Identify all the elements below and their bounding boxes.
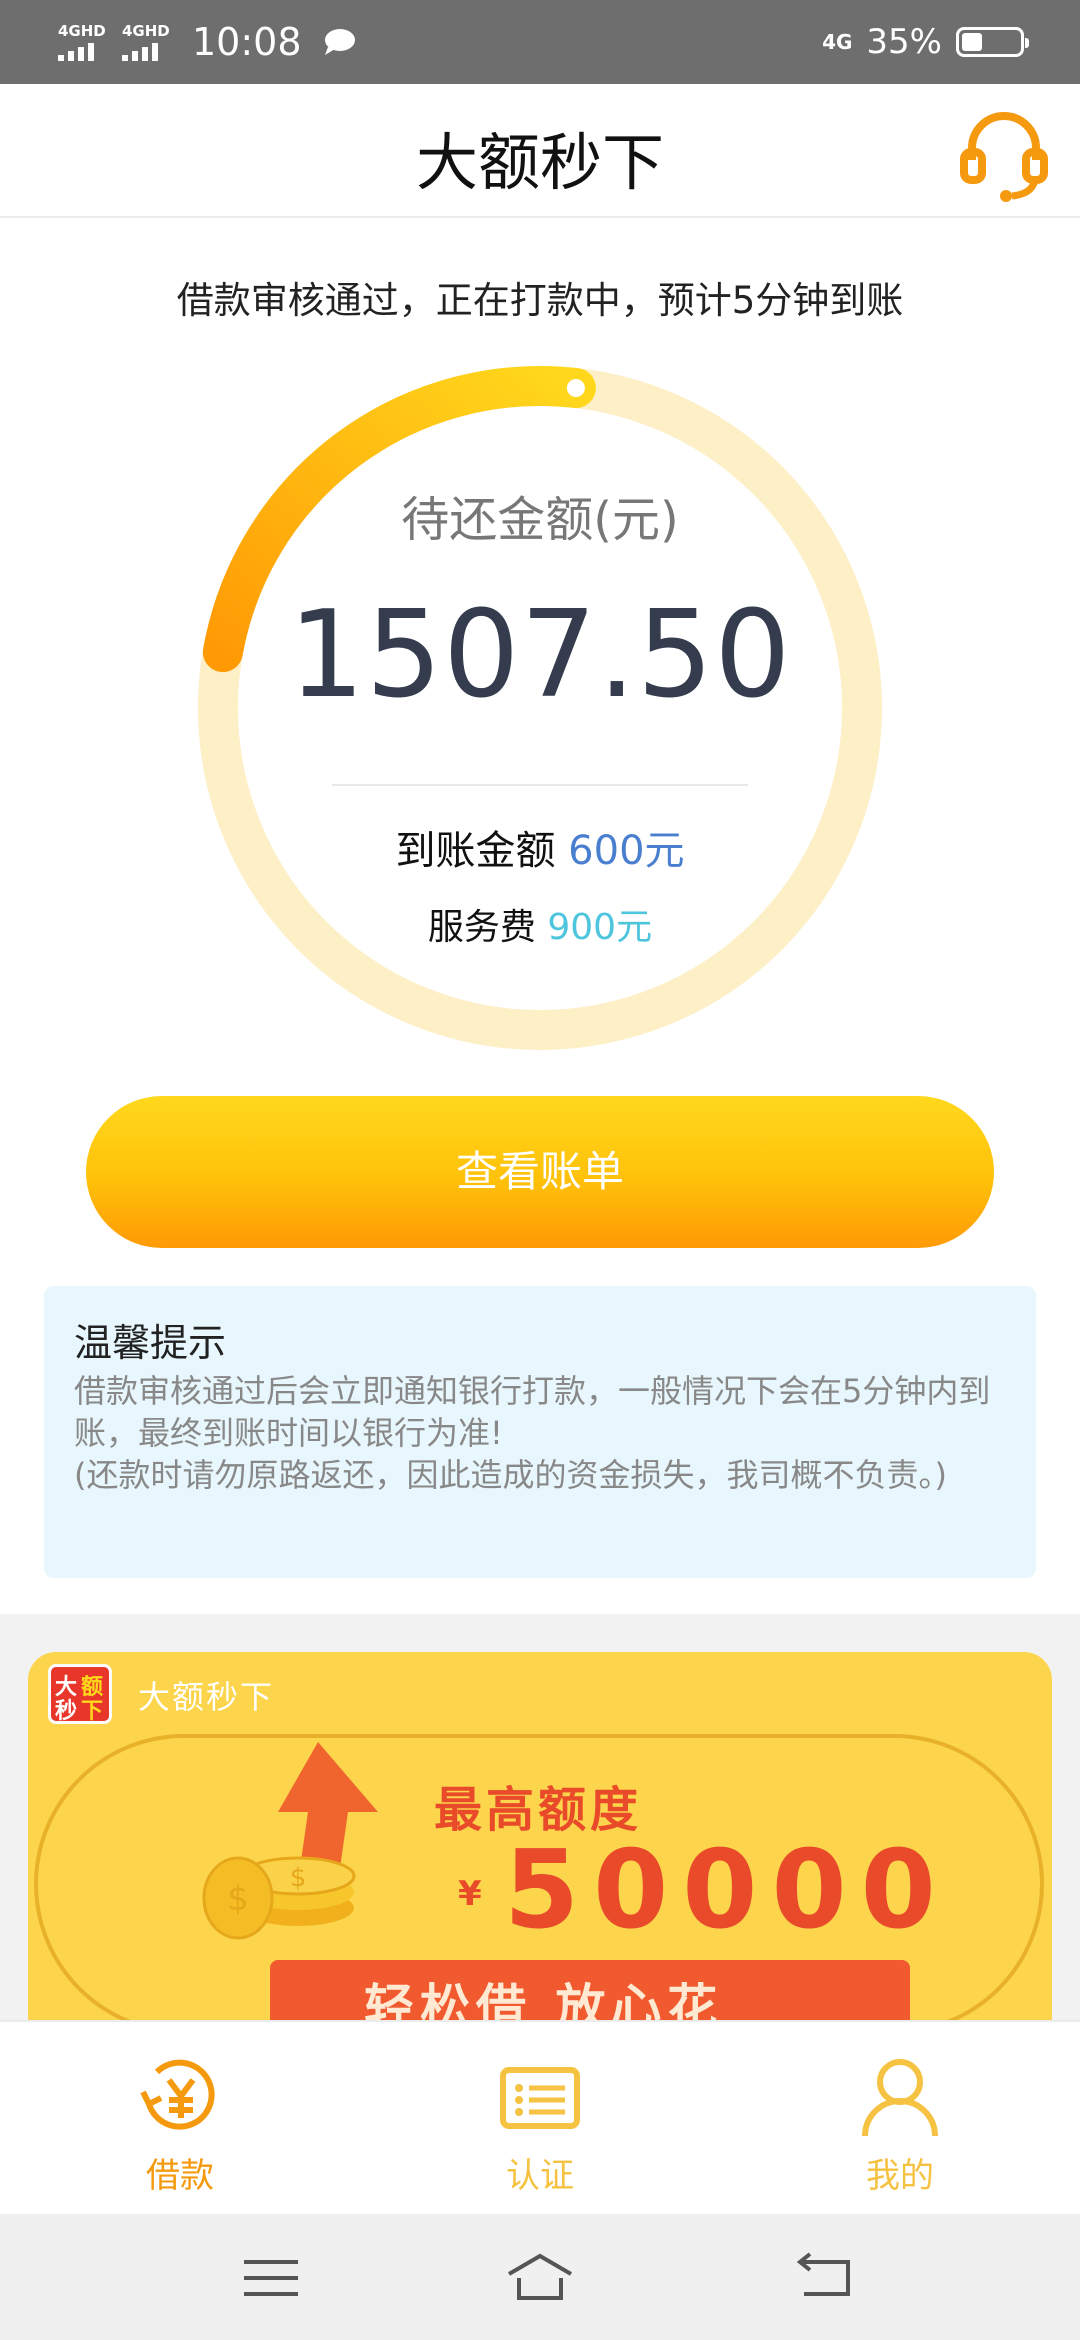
brand-logo: 大 额 秒 下: [48, 1664, 112, 1724]
clock: 10:08: [192, 20, 302, 64]
divider: [332, 784, 748, 786]
promo-banner[interactable]: 大 额 秒 下 大额秒下 $ $ 最高额度 ¥ 50000 轻松借 放心花: [28, 1652, 1052, 2022]
arrived-amount-row: 到账金额 600元: [190, 818, 890, 876]
battery-percent: 35%: [866, 22, 942, 62]
status-notice: 借款审核通过，正在打款中，预计5分钟到账: [176, 279, 904, 322]
system-nav-bar: [0, 2214, 1080, 2340]
id-card-icon: [500, 2067, 580, 2129]
main-content: 借款审核通过，正在打款中，预计5分钟到账 待还金额(元) 1507.50 到账金…: [0, 218, 1080, 1614]
battery-icon: [956, 27, 1029, 57]
bottom-nav: 借款 认证 我的: [0, 2020, 1080, 2216]
banner-max-amount: 50000: [504, 1828, 950, 1953]
tips-title: 温馨提示: [74, 1321, 227, 1365]
signal-icon: 4GHD: [58, 23, 108, 61]
banner-slogan: 轻松借 放心花: [364, 1979, 724, 2022]
ring-center: 待还金额(元) 1507.50 到账金额 600元 服务费 900元: [190, 358, 890, 1058]
app-header: 大额秒下: [0, 84, 1080, 218]
nav-label-mine: 我的: [866, 2156, 934, 2196]
arrived-amount-value: 600元: [568, 828, 685, 874]
due-amount-value: 1507.50: [288, 586, 792, 725]
signal-icon: 4GHD: [122, 23, 172, 61]
page-title: 大额秒下: [415, 126, 664, 199]
nav-item-verify[interactable]: 认证: [440, 2052, 640, 2197]
nav-label-loan: 借款: [146, 2156, 214, 2196]
arrived-amount-label: 到账金额: [395, 828, 556, 874]
service-fee-row: 服务费 900元: [190, 898, 890, 950]
coins-arrow-icon: $ $: [202, 1742, 378, 1940]
user-icon: [862, 2059, 938, 2137]
tips-line-1: 借款审核通过后会立即通知银行打款，一般情况下会在5分钟内到账，最终到账时间以银行…: [74, 1372, 991, 1452]
nav-item-loan[interactable]: 借款: [80, 2052, 280, 2197]
back-icon[interactable]: [790, 2248, 860, 2308]
menu-icon[interactable]: [236, 2248, 306, 2308]
service-fee-value: 900元: [547, 907, 653, 948]
nav-item-mine[interactable]: 我的: [800, 2052, 1000, 2197]
nav-label-verify: 认证: [506, 2156, 574, 2196]
banner-currency: ¥: [458, 1874, 482, 1914]
network-label-1: 4GHD: [58, 22, 106, 40]
chat-bubble-icon: [324, 29, 355, 55]
network-label-2: 4GHD: [122, 22, 170, 40]
home-icon[interactable]: [505, 2248, 575, 2308]
network-4g-label: 4G: [822, 30, 853, 54]
headset-icon[interactable]: [954, 104, 1054, 204]
tips-body: 借款审核通过后会立即通知银行打款，一般情况下会在5分钟内到账，最终到账时间以银行…: [74, 1370, 1024, 1496]
tips-line-2: (还款时请勿原路返还，因此造成的资金损失，我司概不负责。): [74, 1456, 947, 1494]
svg-text:$: $: [290, 1863, 307, 1893]
loan-yen-icon: [140, 2059, 215, 2130]
service-fee-label: 服务费: [427, 907, 536, 948]
status-bar: 4GHD 4GHD 10:08 4G 35%: [0, 0, 1080, 84]
due-amount-label: 待还金额(元): [401, 492, 679, 548]
banner-brand: 大额秒下: [138, 1678, 275, 1716]
svg-text:$: $: [227, 1879, 249, 1919]
view-bill-button[interactable]: 查看账单: [86, 1096, 994, 1248]
tips-card: 温馨提示 借款审核通过后会立即通知银行打款，一般情况下会在5分钟内到账，最终到账…: [44, 1286, 1036, 1578]
